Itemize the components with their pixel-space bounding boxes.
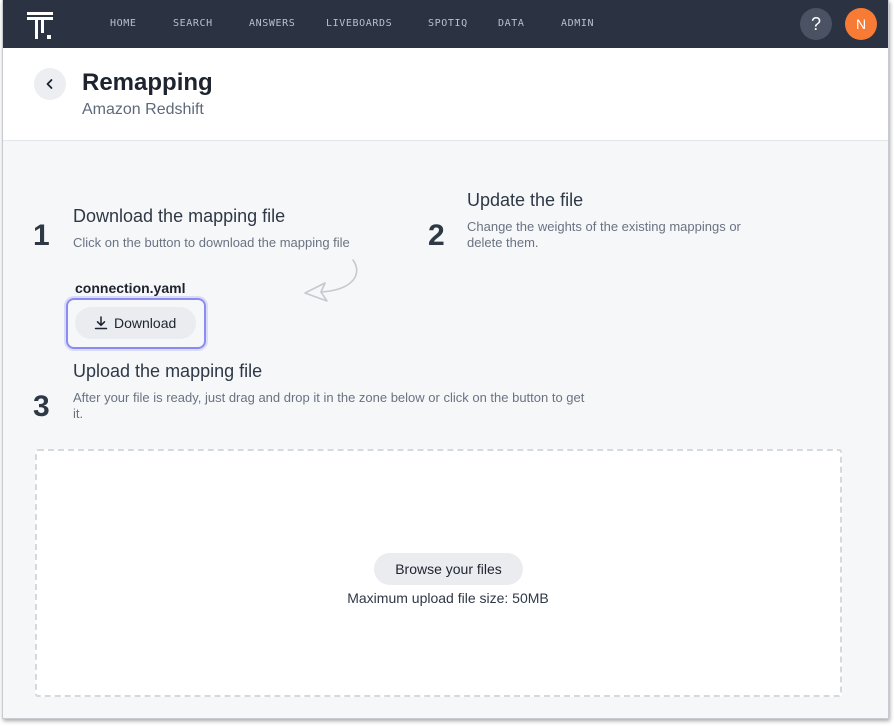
step-2-title: Update the file — [467, 190, 584, 210]
nav-admin[interactable]: ADMIN — [561, 18, 594, 29]
nav-home[interactable]: HOME — [110, 18, 136, 29]
browse-files-button[interactable]: Browse your files — [374, 553, 523, 585]
nav-liveboards[interactable]: LIVEBOARDS — [326, 18, 392, 29]
back-button[interactable] — [34, 68, 66, 100]
thoughtspot-logo-icon[interactable] — [27, 12, 53, 40]
user-avatar[interactable]: N — [845, 8, 877, 40]
step-1-title: Download the mapping file — [73, 206, 286, 226]
app-window: HOME SEARCH ANSWERS LIVEBOARDS SPOTIQ DA… — [2, 0, 889, 719]
help-button[interactable]: ? — [800, 8, 832, 40]
chevron-left-icon — [46, 79, 53, 89]
step-3-number: 3 — [33, 390, 50, 423]
step-3-description: After your file is ready, just drag and … — [73, 390, 585, 421]
page-header: Remapping Amazon Redshift — [3, 48, 888, 141]
step-2-description: Change the weights of the existing mappi… — [467, 219, 741, 250]
step-1-description: Click on the button to download the mapp… — [73, 235, 350, 250]
step-2-number: 2 — [428, 219, 445, 252]
download-button-label: Download — [114, 315, 177, 331]
mapping-file-name: connection.yaml — [75, 280, 186, 296]
nav-answers[interactable]: ANSWERS — [249, 18, 295, 29]
curved-arrow-icon — [304, 259, 358, 302]
step-3-title: Upload the mapping file — [73, 361, 263, 381]
download-icon — [94, 316, 108, 330]
download-button[interactable]: Download — [75, 307, 196, 339]
max-upload-size-text: Maximum upload file size: 50MB — [347, 590, 549, 606]
page-subtitle: Amazon Redshift — [82, 101, 204, 118]
step-1-number: 1 — [33, 219, 50, 252]
nav-data[interactable]: DATA — [498, 18, 524, 29]
top-nav-bar: HOME SEARCH ANSWERS LIVEBOARDS SPOTIQ DA… — [3, 0, 888, 48]
nav-spotiq[interactable]: SPOTIQ — [428, 18, 468, 29]
nav-search[interactable]: SEARCH — [173, 18, 213, 29]
page-title: Remapping — [82, 69, 213, 96]
